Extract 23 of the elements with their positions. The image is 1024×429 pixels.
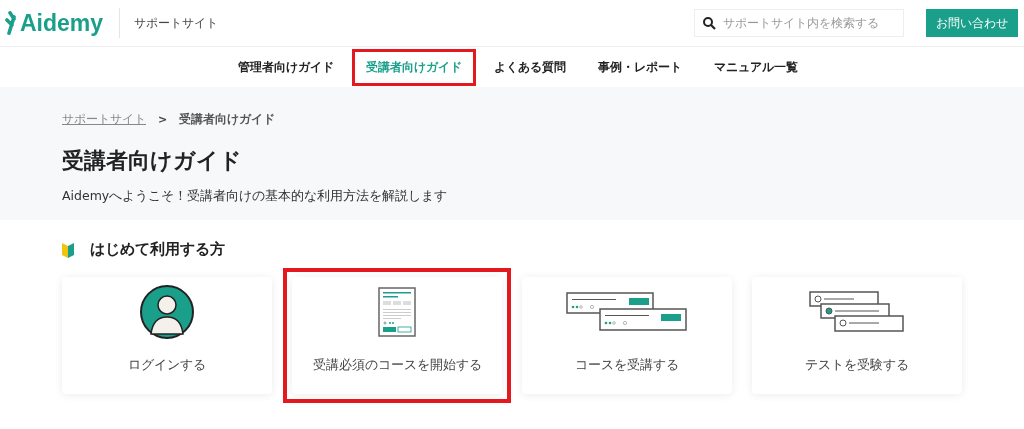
breadcrumb-current: 受講者向けガイド — [179, 111, 276, 128]
nav-tab[interactable]: マニュアル一覧 — [700, 48, 812, 86]
nav-tab[interactable]: 事例・レポート — [584, 48, 696, 86]
search-icon — [703, 17, 716, 30]
document-icon — [378, 287, 416, 337]
nav-tab[interactable]: 管理者向けガイド — [224, 48, 348, 86]
guide-card[interactable]: コースを受講する — [522, 277, 732, 394]
guide-card[interactable]: テストを受験する — [752, 277, 962, 394]
site-name: サポートサイト — [134, 14, 219, 32]
breadcrumb-link[interactable]: サポートサイト — [62, 111, 146, 128]
nav-tab[interactable]: よくある質問 — [480, 48, 580, 86]
logo-icon — [5, 11, 16, 35]
avatar-icon — [139, 284, 195, 340]
page-title: 受講者向けガイド — [62, 147, 243, 175]
quiz-options-icon — [809, 291, 905, 333]
breadcrumb-separator: > — [158, 113, 168, 126]
beginner-mark-icon — [62, 241, 74, 258]
course-cards-icon — [566, 292, 688, 332]
guide-card[interactable]: ログインする — [62, 277, 272, 394]
guide-card[interactable]: 受講必須のコースを開始する — [292, 277, 502, 394]
search-field[interactable]: サポートサイト内を検索する — [694, 9, 904, 37]
section-heading: はじめて利用する方 — [90, 240, 225, 259]
page-subtitle: Aidemyへようこそ！受講者向けの基本的な利用方法を解説します — [62, 188, 449, 205]
